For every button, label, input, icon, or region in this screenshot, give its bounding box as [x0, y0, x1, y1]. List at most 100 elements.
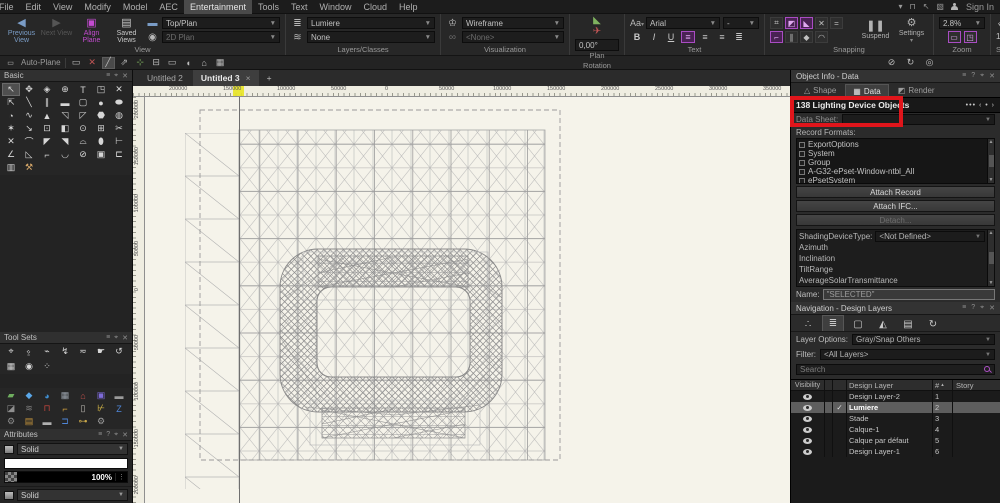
paint-bucket-tool[interactable]: ▥ [2, 161, 20, 174]
text-tool[interactable]: T [74, 83, 92, 96]
font-size-icon[interactable]: Aa▾ [630, 18, 643, 28]
layer-name[interactable]: Stade [847, 413, 933, 424]
pin-icon[interactable]: ⌖ [114, 334, 118, 342]
table-header-row[interactable]: Visibility Design Layer # ▴ Story [791, 380, 1000, 391]
oval-tool[interactable]: ● [92, 96, 110, 109]
menu-aec[interactable]: AEC [153, 0, 184, 14]
attach-record-button[interactable]: Attach Record [796, 186, 995, 198]
render-mode-dropdown[interactable]: Wireframe▼ [462, 17, 564, 29]
z-toolset[interactable]: Z [110, 402, 128, 415]
machine-toolset[interactable]: ⚙ [2, 415, 20, 428]
close-icon[interactable]: ✕ [122, 334, 128, 342]
fill-color-bar[interactable] [4, 458, 128, 469]
italic-button[interactable]: I [647, 31, 661, 43]
select-similar-tool[interactable]: ↘ [20, 122, 38, 135]
underline-button[interactable]: U [664, 31, 678, 43]
arc-tool[interactable]: ◔ [2, 109, 20, 122]
menu-icon[interactable]: ≡ [98, 431, 102, 439]
close-icon[interactable]: ✕ [989, 304, 995, 312]
snapping-settings-button[interactable]: ⚙Settings▾ [895, 16, 928, 44]
pin-icon[interactable]: ⌖ [980, 72, 984, 80]
fill-swatch[interactable] [4, 445, 14, 454]
detach-button[interactable]: Detach... [796, 214, 995, 226]
spiral-tool[interactable]: ⬣ [92, 109, 110, 122]
snap-working-plane-toggle[interactable]: ∥ [785, 31, 798, 43]
snap-angle-toggle[interactable]: ◣ [800, 17, 813, 29]
visibility-eye-icon[interactable] [803, 416, 812, 422]
eyedropper-tool[interactable]: ⊏ [110, 148, 128, 161]
menu-window[interactable]: Window [314, 0, 358, 14]
key-toolset[interactable]: ⊶ [74, 415, 92, 428]
help-icon[interactable]: ? [106, 431, 110, 439]
menu-icon[interactable]: ≡ [106, 72, 110, 80]
interactive-scaling-off-icon[interactable]: ╱ [102, 57, 115, 69]
more-options-icon[interactable]: ••• [966, 102, 976, 109]
gis-toolset[interactable]: ◕ [38, 389, 56, 402]
trim-tool[interactable]: ✕ [2, 135, 20, 148]
document-tab[interactable]: Untitled 2 [139, 70, 191, 86]
menu-help[interactable]: Help [393, 0, 424, 14]
freehand-tool[interactable]: ∿ [20, 109, 38, 122]
new-tab-button[interactable]: + [261, 73, 278, 83]
shell-tool[interactable]: ⌓ [74, 135, 92, 148]
sphere-tool[interactable]: ◍ [110, 109, 128, 122]
pin-icon[interactable]: ⊓ [909, 2, 915, 11]
tool-sets-palette-header[interactable]: Tool Sets ≡⌖✕ [0, 332, 132, 344]
scale-value[interactable]: 1:50 [996, 32, 1000, 41]
menu-tools[interactable]: Tools [252, 0, 285, 14]
data-sheet-dropdown[interactable]: ▼ [842, 114, 995, 125]
layer-name[interactable]: Design Layer-2 [847, 391, 933, 402]
wand-tool[interactable]: ✶ [2, 122, 20, 135]
wall-toolset[interactable]: ▬ [38, 415, 56, 428]
rigging-toolset[interactable]: ⌐ [56, 402, 74, 415]
classes-icon[interactable]: ≋ [291, 32, 304, 43]
bold-button[interactable]: B [630, 31, 644, 43]
ifc-field-row[interactable]: Azimuth [799, 242, 985, 253]
power-toolset[interactable]: ⊬ [92, 402, 110, 415]
menu-view[interactable]: View [47, 0, 78, 14]
gears-toolset[interactable]: ⚙ [92, 415, 110, 428]
detailing-toolset[interactable]: ▬ [110, 389, 128, 402]
checkbox[interactable] [799, 142, 805, 148]
nav-saved-views-icon[interactable]: ∴ [797, 317, 819, 331]
nav-viewports-icon[interactable]: ◭ [872, 317, 894, 331]
snap-tangent-toggle[interactable]: ◠ [815, 31, 828, 43]
mirror-tool[interactable]: ◧ [56, 122, 74, 135]
spotlight-tool[interactable]: ⌖ [2, 345, 20, 358]
dimension-tool[interactable]: ⌐ [38, 148, 56, 161]
selection-tool[interactable]: ↖ [2, 83, 20, 96]
scaffold-toolset[interactable]: ▤ [20, 415, 38, 428]
tab-render[interactable]: ◩Render [891, 84, 942, 97]
line-tool[interactable]: ╲ [20, 96, 38, 109]
saved-views-button[interactable]: ▤Saved Views [110, 16, 143, 45]
layer-row[interactable]: ✓ Lumiere 2 [791, 402, 1000, 413]
attribute-mapping-tool[interactable]: ▣ [92, 148, 110, 161]
object-info-header[interactable]: Object Info - Data ≡?⌖✕ [791, 70, 1000, 83]
checkbox[interactable] [799, 160, 805, 166]
auto-plane-checkbox[interactable]: ▭ [4, 57, 17, 69]
design-layers-icon[interactable]: ≣ [291, 18, 304, 29]
suspend-snapping-button[interactable]: ❚❚Suspend [859, 19, 892, 40]
fit-page-icon[interactable]: ▭ [948, 31, 961, 43]
polygon-tool[interactable]: ▲ [38, 109, 56, 122]
rotate-plan-icon[interactable]: ↻ [904, 57, 917, 69]
render-style-dropdown[interactable]: <None>▼ [462, 31, 564, 43]
ifc-field-row[interactable]: AverageSolarTransmittance [799, 275, 985, 286]
menu-icon[interactable]: ≡ [962, 304, 966, 312]
pin-icon[interactable]: ⌖ [980, 304, 984, 312]
double-line-tool[interactable]: ∥ [38, 96, 56, 109]
vehicle-toolset[interactable]: ⊐ [56, 415, 74, 428]
active-class-dropdown[interactable]: None▼ [307, 31, 435, 43]
close-tab-icon[interactable]: × [246, 73, 251, 83]
name-field[interactable]: "SELECTED" [823, 289, 995, 300]
layer-options-dropdown[interactable]: Gray/Snap Others▼ [852, 334, 995, 345]
auto-plane-mode-icon[interactable]: ▭ [70, 57, 83, 69]
fillet-tool[interactable]: ⌒ [20, 135, 38, 148]
shading-device-dropdown[interactable]: <Not Defined>▼ [875, 231, 985, 242]
snap-grid-toggle[interactable]: ⌗ [770, 17, 783, 29]
join-tool[interactable]: ∠ [2, 148, 20, 161]
render-mode-icon[interactable]: ♔ [446, 18, 459, 29]
lux-meter-tool[interactable]: ◉ [20, 360, 38, 373]
focus-point-tool[interactable]: ⌁ [38, 345, 56, 358]
menu-model[interactable]: Model [117, 0, 154, 14]
